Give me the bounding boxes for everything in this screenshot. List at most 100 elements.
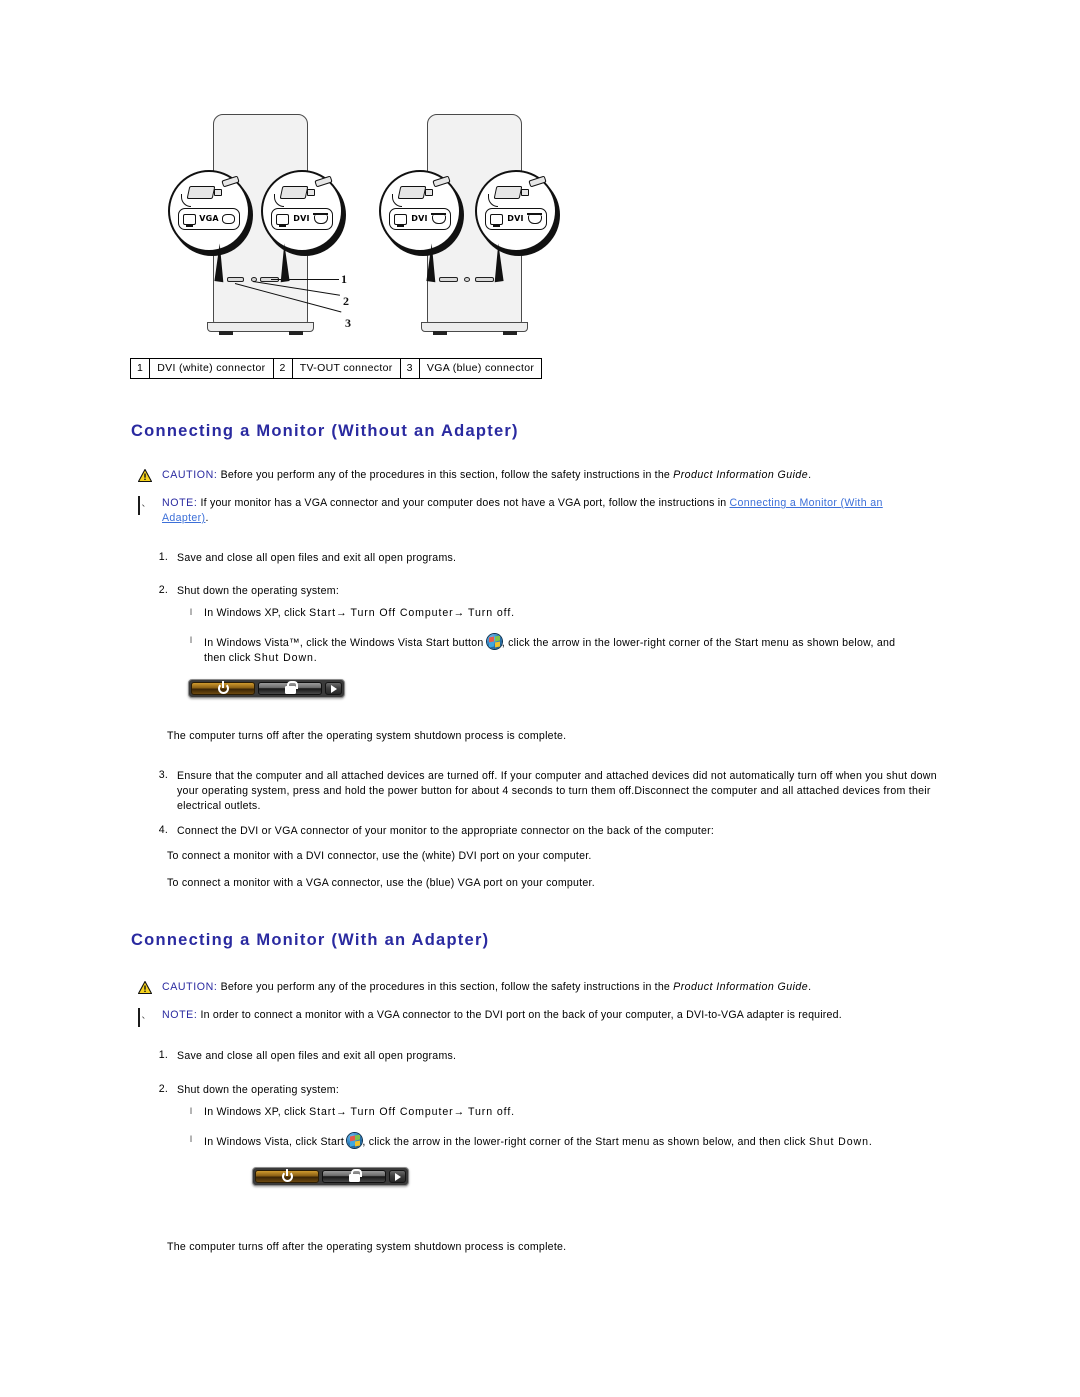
note-body-after: .: [205, 512, 209, 524]
bullet-text: In Windows Vista, click Start , click th…: [204, 1133, 947, 1150]
xp-text-a: In Windows XP, click: [204, 607, 310, 619]
step-4-without: 4. Connect the DVI or VGA connector of y…: [148, 824, 938, 839]
xp-arrow-1: →: [336, 607, 347, 619]
callout-number-2: 2: [343, 294, 349, 308]
bullet-windows-xp-with: l In Windows XP, click Start→ Turn Off C…: [187, 1105, 937, 1120]
dvi-port-label: DVI: [293, 214, 310, 223]
dvi-connector-screws-b: [521, 189, 529, 196]
note-keyword: NOTE:: [162, 1009, 198, 1021]
xp-text-a: In Windows XP, click: [204, 1106, 310, 1118]
warning-triangle-icon: [138, 981, 152, 995]
dvi-port-panel-left: DVI: [271, 208, 333, 230]
leader-line-1: [271, 279, 339, 281]
link-connecting-monitor-with-adapter-wrap[interactable]: Adapter): [162, 512, 205, 524]
step-2-with: 2. Shut down the operating system:: [148, 1083, 938, 1098]
step-text: Shut down the operating system:: [177, 585, 340, 597]
shutdown-arrow-button[interactable]: [389, 1170, 406, 1183]
shutdown-lock-button[interactable]: [322, 1169, 386, 1183]
bullet-marker: l: [190, 607, 192, 617]
step-1-with: 1. Save and close all open files and exi…: [148, 1049, 938, 1064]
arrow-right-icon: [330, 684, 337, 693]
lock-icon: [348, 1169, 362, 1182]
shutdown-power-button[interactable]: [255, 1169, 319, 1183]
callout-number-3: 3: [345, 316, 351, 330]
caution-body-before: Before you perform any of the procedures…: [217, 469, 674, 481]
vista-text-b: , click the arrow in the lower-right cor…: [362, 1136, 809, 1148]
shutdown-lock-button[interactable]: [258, 681, 322, 695]
vga-port-label: VGA: [199, 214, 219, 223]
vga-instruction-line: To connect a monitor with a VGA connecto…: [167, 877, 595, 889]
dvi-port-panel-a: DVI: [389, 208, 451, 230]
vista-text-c: then click: [204, 652, 254, 664]
caution-text: CAUTION: Before you perform any of the p…: [162, 468, 938, 483]
step-text: Shut down the operating system:: [177, 1084, 340, 1096]
xp-turn-off: Turn off: [464, 607, 512, 619]
shutdown-complete-text-with: The computer turns off after the operati…: [167, 1241, 567, 1253]
step-3-without: 3. Ensure that the computer and all atta…: [148, 769, 938, 814]
xp-arrow-2: →: [453, 1106, 465, 1118]
step-text: Ensure that the computer and all attache…: [177, 770, 937, 812]
vista-shutdown-bar-with[interactable]: [252, 1167, 409, 1186]
xp-arrow-2: →: [453, 607, 465, 619]
dvi-connector-screws-a: [425, 189, 433, 196]
lock-icon: [284, 681, 298, 694]
caution-with-adapter: CAUTION: Before you perform any of the p…: [138, 980, 938, 995]
vista-text-b: , click the arrow in the lower-right cor…: [501, 637, 896, 649]
legend-label-2: TV-OUT connector: [291, 358, 401, 379]
step-text: Save and close all open files and exit a…: [177, 552, 457, 564]
xp-start: Start: [309, 607, 337, 619]
xp-turn-off-computer: Turn Off Computer: [346, 607, 454, 619]
caution-body-before: Before you perform any of the procedures…: [217, 981, 674, 993]
connector-legend-table: 1 DVI (white) connector 2 TV-OUT connect…: [129, 358, 543, 379]
legend-num-3: 3: [399, 358, 420, 379]
monitor-icon: [490, 213, 504, 227]
bullet-windows-xp-without: l In Windows XP, click Start→ Turn Off C…: [187, 606, 937, 621]
windows-vista-orb-icon[interactable]: [486, 634, 502, 649]
bullet-marker: l: [190, 1134, 192, 1144]
bullet-text: In Windows Vista™, click the Windows Vis…: [204, 634, 937, 666]
vga-port-icon: [222, 214, 236, 224]
note-text: NOTE: In order to connect a monitor with…: [162, 1008, 938, 1023]
rear-vga-port: [227, 277, 244, 282]
xp-arrow-1: →: [336, 1106, 347, 1118]
bullet-windows-vista-without: l In Windows Vista™, click the Windows V…: [187, 634, 937, 666]
step-number: 3.: [158, 769, 168, 781]
shutdown-arrow-button[interactable]: [325, 682, 342, 695]
vista-text-a: In Windows Vista™, click the Windows Vis…: [204, 637, 484, 649]
note-body: In order to connect a monitor with a VGA…: [197, 1009, 842, 1021]
step-number: 2.: [158, 1083, 168, 1095]
power-icon: [281, 1169, 293, 1182]
step-text: Save and close all open files and exit a…: [177, 1050, 457, 1062]
rear-dvi-port-a: [439, 277, 458, 282]
bullet-text: In Windows XP, click Start→ Turn Off Com…: [204, 1105, 937, 1120]
note-pencil-icon: [138, 496, 152, 515]
note-body-before: If your monitor has a VGA connector and …: [197, 497, 730, 509]
table-row: 1 DVI (white) connector 2 TV-OUT connect…: [129, 358, 543, 379]
link-connecting-monitor-with-adapter[interactable]: Connecting a Monitor (With an: [730, 497, 883, 509]
legend-num-2: 2: [272, 358, 293, 379]
note-text: NOTE: If your monitor has a VGA connecto…: [162, 496, 938, 526]
rear-tvout-port-right: [464, 277, 470, 282]
legend-num-1: 1: [129, 358, 151, 379]
step-number: 4.: [158, 824, 168, 836]
dvi-port-icon: [527, 213, 543, 224]
xp-start: Start: [309, 1106, 337, 1118]
note-keyword: NOTE:: [162, 497, 198, 509]
shutdown-power-button[interactable]: [191, 681, 255, 695]
vista-shut-down: Shut Down: [808, 1136, 869, 1148]
vista-text-c: .: [868, 1136, 873, 1148]
document-page: VGA DVI 1 2 3 DVI DVI 1 DVI (white) conn…: [0, 0, 1080, 1397]
caution-without-adapter: CAUTION: Before you perform any of the p…: [138, 468, 938, 483]
vista-shutdown-bar-without[interactable]: [188, 679, 345, 698]
vga-connector-screws: [214, 189, 222, 196]
windows-vista-orb-icon[interactable]: [347, 1133, 363, 1148]
bullet-marker: l: [190, 1106, 192, 1116]
note-without-adapter: NOTE: If your monitor has a VGA connecto…: [138, 496, 938, 526]
dvi-instruction-line: To connect a monitor with a DVI connecto…: [167, 850, 592, 862]
dvi-connector-screws-left: [307, 189, 315, 196]
bullet-text: In Windows XP, click Start→ Turn Off Com…: [204, 606, 937, 621]
xp-text-end: .: [511, 1106, 515, 1118]
vista-text-a: In Windows Vista, click Start: [204, 1136, 345, 1148]
caution-text: CAUTION: Before you perform any of the p…: [162, 980, 938, 995]
step-number: 2.: [158, 584, 168, 596]
